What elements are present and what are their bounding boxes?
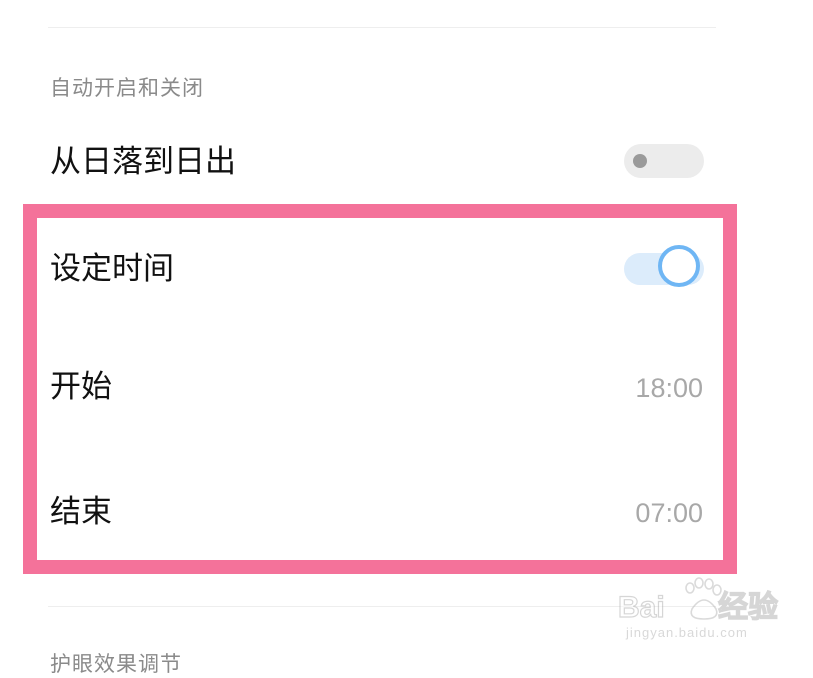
toggle-knob-dot (633, 154, 647, 168)
sunset-to-sunrise-label[interactable]: 从日落到日出 (50, 142, 236, 182)
top-divider (48, 27, 716, 28)
end-time-value[interactable]: 07:00 (635, 495, 703, 531)
section-header-auto: 自动开启和关闭 (50, 76, 204, 100)
start-time-value[interactable]: 18:00 (635, 370, 703, 406)
scheduled-time-toggle[interactable] (624, 245, 704, 287)
svg-text:经验: 经验 (718, 590, 778, 624)
sunset-toggle[interactable] (624, 144, 704, 178)
bottom-divider (48, 606, 716, 607)
svg-text:Bai: Bai (618, 591, 665, 624)
section-header-effect: 护眼效果调节 (50, 652, 182, 676)
end-time-label[interactable]: 结束 (50, 492, 112, 532)
toggle-knob (658, 245, 700, 287)
baidu-watermark: Bai 经验 jingyan.baidu.com (618, 575, 803, 655)
start-time-label[interactable]: 开始 (50, 367, 112, 407)
scheduled-time-label[interactable]: 设定时间 (50, 249, 174, 289)
watermark-url: jingyan.baidu.com (626, 625, 748, 640)
baidu-paw-logo-icon: Bai 经验 (618, 577, 779, 625)
